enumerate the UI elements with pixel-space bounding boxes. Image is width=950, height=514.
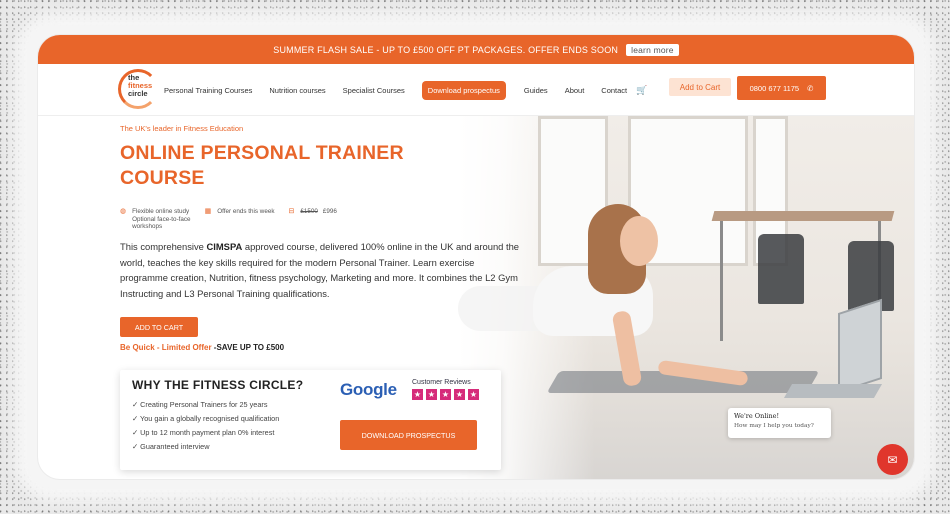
chat-popup[interactable]: We're Online! How may I help you today? [728,408,831,438]
promo-text: SUMMER FLASH SALE - UP TO £500 OFF PT PA… [273,44,619,55]
nav-contact[interactable]: Contact [601,86,627,95]
why-point: ✓ Creating Personal Trainers for 25 year… [132,400,268,409]
nav-nutrition[interactable]: Nutrition courses [269,86,325,95]
star-icon: ★ [412,389,423,400]
main-nav: the fitness circle Personal Training Cou… [38,64,914,116]
feature-study: ◍ Flexible online study Optional face-to… [120,208,191,231]
star-icon: ★ [440,389,451,400]
laptop [838,298,882,394]
page-title: ONLINE PERSONAL TRAINER COURSE [120,142,404,189]
feature-offer: ▦ Offer ends this week [205,208,275,231]
phone-number: 0800 677 1175 [749,83,800,93]
star-icon: ★ [454,389,465,400]
add-to-cart-hero-button[interactable]: ADD TO CART [120,317,198,337]
offer-save: -SAVE UP TO £500 [213,343,285,352]
table [711,211,895,221]
why-point: ✓ You gain a globally recognised qualifi… [132,414,280,423]
hero-image [458,116,914,479]
table-leg [720,221,723,341]
star-icon: ★ [468,389,479,400]
phone-button[interactable]: 0800 677 1175 ✆ [737,76,826,100]
calendar-icon: ▦ [204,208,212,215]
cart-icon[interactable]: 🛒 [636,85,647,96]
feature-text: Offer ends this week [217,208,275,215]
chat-title: We're Online! [734,412,780,420]
course-description: This comprehensive CIMSPA approved cours… [120,239,520,301]
new-price: £996 [322,208,337,215]
course-features: ◍ Flexible online study Optional face-to… [120,208,337,231]
chat-bubble-icon[interactable]: ✉ [877,444,908,475]
google-logo: Google [340,380,397,399]
nav-menu: Personal Training Courses Nutrition cour… [164,64,647,116]
desc-bold: CIMSPA [206,241,243,252]
nav-guides[interactable]: Guides [524,86,548,95]
download-prospectus-button[interactable]: Download prospectus [421,80,506,100]
download-prospectus-cta[interactable]: DOWNLOAD PROSPECTUS [340,420,477,450]
feature-text: Flexible online study [132,208,190,215]
person-face [620,216,658,266]
limited-offer-text: Be Quick - Limited Offer -SAVE UP TO £50… [120,343,284,352]
feature-price: ⊟ £1500 £996 [288,208,336,231]
tagline: The UK's leader in Fitness Education [120,124,244,133]
offer-label: Be Quick - Limited Offer [120,343,214,352]
why-list: ✓ Creating Personal Trainers for 25 year… [132,398,279,454]
logo[interactable]: the fitness circle [118,69,160,111]
chair [758,234,804,304]
reviews-label: Customer Reviews [412,379,471,386]
why-point: ✓ Up to 12 month payment plan 0% interes… [132,428,275,437]
feature-text: workshops [132,223,163,230]
nav-specialist[interactable]: Specialist Courses [343,86,405,95]
learn-more-link[interactable]: learn more [626,43,679,56]
feature-text: Optional face-to-face [132,215,191,223]
phone-icon: ✆ [807,83,814,93]
globe-icon: ◍ [120,208,127,215]
why-title: WHY THE FITNESS CIRCLE? [132,378,304,392]
why-point: ✓ Guaranteed interview [132,442,210,451]
add-to-cart-button[interactable]: Add to Cart [669,78,731,96]
rating-stars: ★ ★ ★ ★ ★ [412,389,479,400]
old-price: £1500 [300,208,318,215]
chair [848,241,894,311]
price-tag-icon: ⊟ [288,208,295,215]
star-icon: ★ [426,389,437,400]
chat-subtitle: How may I help you today? [734,423,814,429]
promo-banner: SUMMER FLASH SALE - UP TO £500 OFF PT PA… [38,35,914,64]
logo-text: circle [128,89,148,98]
desc-text: This comprehensive [120,241,207,252]
why-box: WHY THE FITNESS CIRCLE? ✓ Creating Perso… [120,370,501,470]
nav-personal-training[interactable]: Personal Training Courses [164,86,252,95]
nav-about[interactable]: About [565,86,585,95]
laptop-base [783,384,883,398]
